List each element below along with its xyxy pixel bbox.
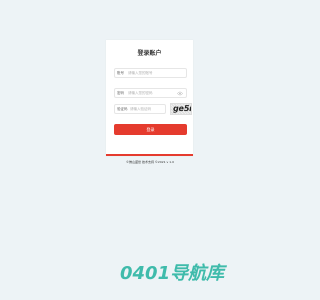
captcha-image-text: ge5m	[172, 104, 192, 113]
username-label: 账号	[117, 71, 124, 75]
username-row: 账号	[114, 68, 187, 78]
watermark-logo: 0401导航库	[120, 263, 225, 284]
password-input[interactable]	[128, 90, 178, 97]
login-title: 登录账户	[137, 50, 162, 57]
captcha-label: 验证码	[117, 107, 128, 111]
captcha-input[interactable]	[130, 106, 164, 113]
login-card: 登录账户 账号 密码 验证码 ge5m 登录	[106, 40, 193, 156]
password-label: 密码	[117, 91, 124, 95]
captcha-row: 验证码 ge5m	[114, 103, 192, 115]
captcha-image[interactable]: ge5m	[170, 103, 192, 115]
eye-icon[interactable]	[177, 91, 183, 96]
captcha-field: 验证码	[114, 104, 166, 114]
login-page: 登录账户 账号 密码 验证码 ge5m 登录	[0, 0, 300, 300]
login-button[interactable]: 登录	[114, 124, 187, 135]
username-input[interactable]	[128, 70, 178, 77]
footer-copyright: ©佛山盛世 技术支持 ©2021 v 1.0	[126, 160, 174, 164]
password-row: 密码	[114, 88, 187, 98]
